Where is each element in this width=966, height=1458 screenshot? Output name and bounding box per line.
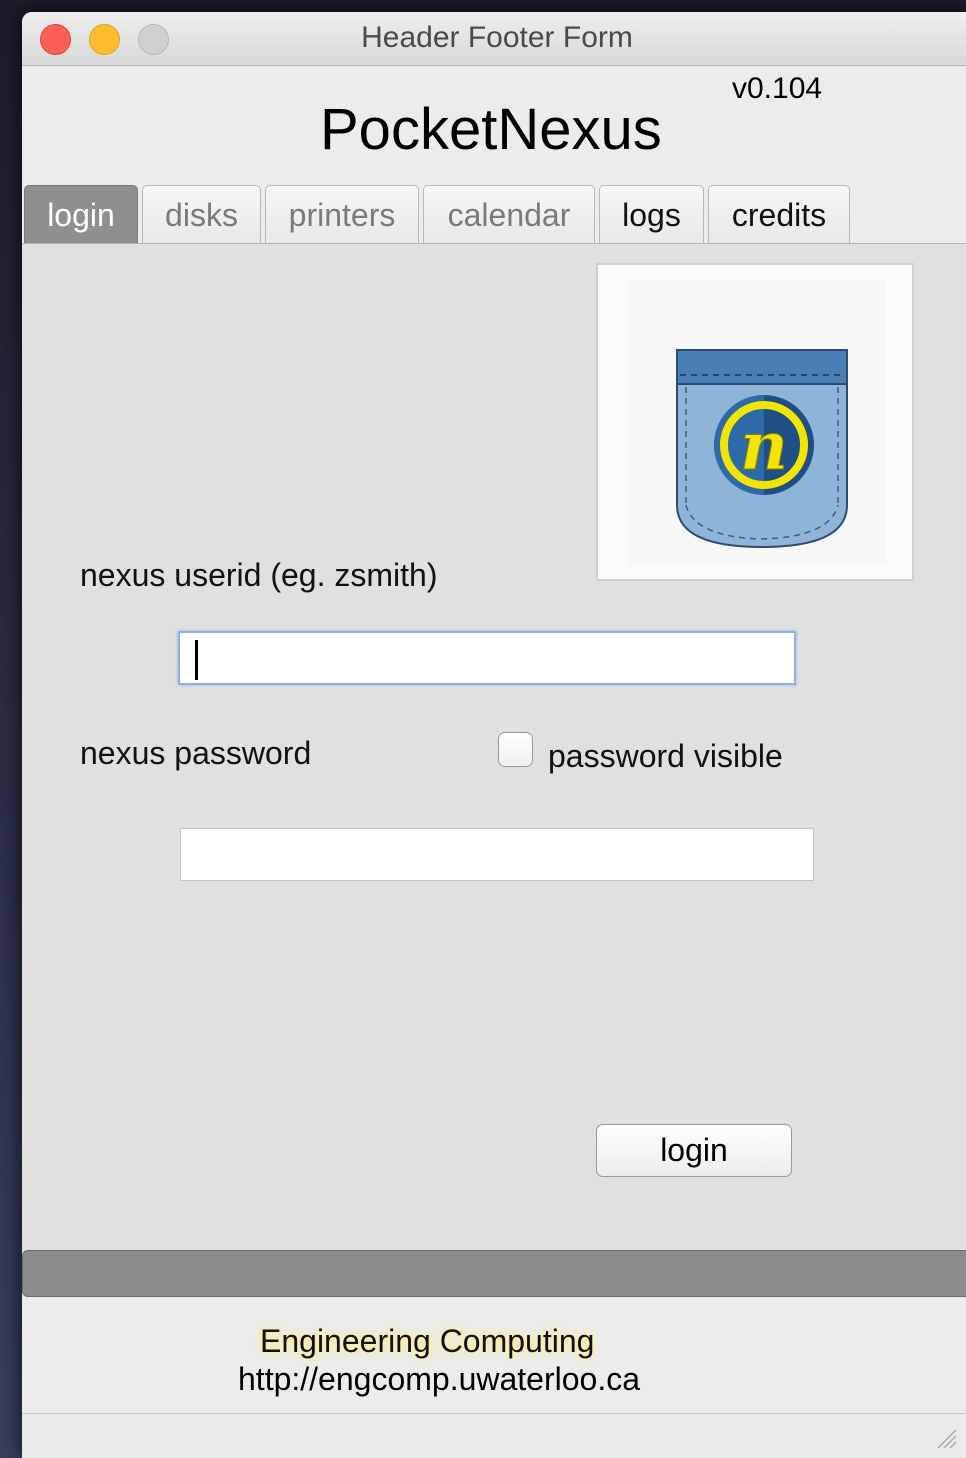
password-input[interactable] xyxy=(180,828,814,881)
app-window: Header Footer Form PocketNexus v0.104 lo… xyxy=(22,12,966,1458)
tab-bar: login disks printers calendar logs credi… xyxy=(22,184,966,244)
window-title: Header Footer Form xyxy=(361,21,633,54)
status-bar xyxy=(22,1250,966,1297)
footer: Engineering Computing http://engcomp.uwa… xyxy=(22,1297,966,1413)
password-label: nexus password xyxy=(80,735,312,771)
tab-logs[interactable]: logs xyxy=(599,185,704,243)
login-panel: n nexus userid (eg. zsmith) nexus passwo… xyxy=(22,244,966,1250)
version-label: v0.104 xyxy=(732,72,823,105)
footer-org-name: Engineering Computing xyxy=(260,1323,595,1359)
userid-input[interactable] xyxy=(178,631,796,685)
tab-disks[interactable]: disks xyxy=(142,185,261,243)
userid-label: nexus userid (eg. zsmith) xyxy=(80,557,438,593)
app-header: PocketNexus v0.104 xyxy=(22,66,966,184)
tab-credits[interactable]: credits xyxy=(708,185,850,243)
tab-printers[interactable]: printers xyxy=(265,185,419,243)
logo-frame: n xyxy=(596,263,914,581)
title-bar[interactable]: Header Footer Form xyxy=(22,12,966,66)
svg-text:n: n xyxy=(740,407,788,485)
window-bottom-bar xyxy=(22,1413,966,1458)
app-name: PocketNexus xyxy=(320,97,662,162)
pocket-nexus-logo-icon: n xyxy=(628,279,886,565)
login-button[interactable]: login xyxy=(596,1124,792,1177)
password-visible-checkbox[interactable] xyxy=(498,732,533,767)
tab-calendar[interactable]: calendar xyxy=(423,185,595,243)
tab-login[interactable]: login xyxy=(24,185,138,243)
text-caret xyxy=(195,640,198,680)
resize-grip-icon[interactable] xyxy=(934,1426,958,1450)
footer-url-link[interactable]: http://engcomp.uwaterloo.ca xyxy=(238,1361,640,1398)
password-visible-label[interactable]: password visible xyxy=(548,738,783,775)
